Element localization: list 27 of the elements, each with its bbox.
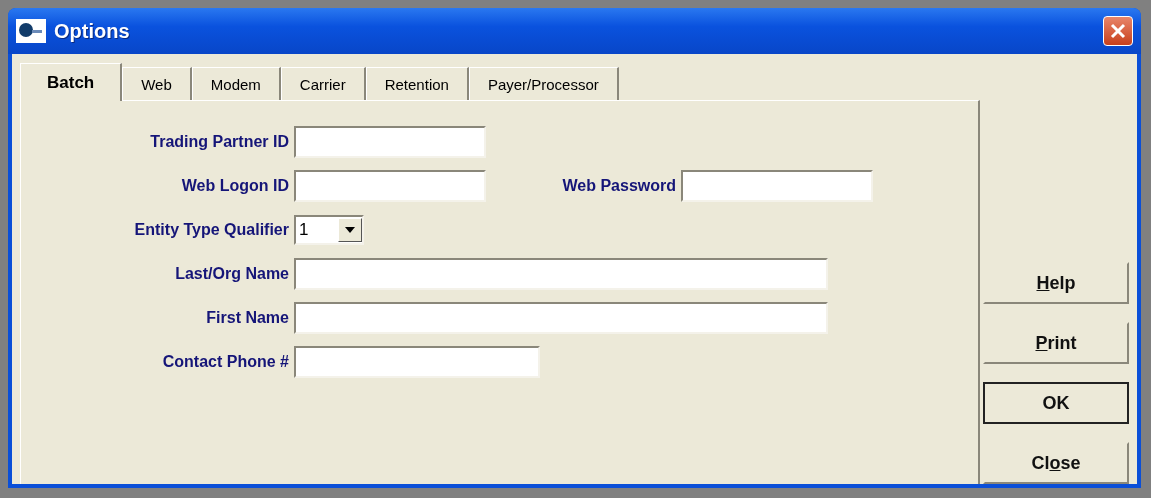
tab[interactable]: Retention xyxy=(365,67,469,100)
close-icon[interactable] xyxy=(1103,16,1133,46)
input-field[interactable] xyxy=(294,258,828,290)
dialog-button[interactable]: OK xyxy=(983,382,1129,424)
field-label: Entity Type Qualifier xyxy=(133,221,290,239)
tab[interactable]: Web xyxy=(122,67,192,100)
field-label: Web Password xyxy=(561,177,677,195)
dialog-button[interactable]: Close xyxy=(983,442,1129,484)
input-field[interactable] xyxy=(294,346,540,378)
tab[interactable]: Batch xyxy=(20,63,123,101)
input-field[interactable] xyxy=(681,170,873,202)
tab[interactable]: Modem xyxy=(191,67,281,100)
input-field[interactable] xyxy=(294,170,486,202)
field-label: First Name xyxy=(205,309,290,327)
field-label: Trading Partner ID xyxy=(149,133,290,151)
field-label: Web Logon ID xyxy=(180,177,290,195)
window-title: Options xyxy=(54,19,131,43)
tab[interactable]: Carrier xyxy=(280,67,366,100)
dialog-button[interactable]: Help xyxy=(983,262,1129,304)
app-logo-icon xyxy=(16,19,46,43)
tab[interactable]: Payer/Processor xyxy=(468,67,619,100)
input-field[interactable] xyxy=(294,126,486,158)
field-label: Contact Phone # xyxy=(161,353,290,371)
dropdown[interactable]: 1 xyxy=(294,215,364,245)
input-field[interactable] xyxy=(294,302,828,334)
field-label: Last/Org Name xyxy=(174,265,290,283)
dialog-button[interactable]: Print xyxy=(983,322,1129,364)
